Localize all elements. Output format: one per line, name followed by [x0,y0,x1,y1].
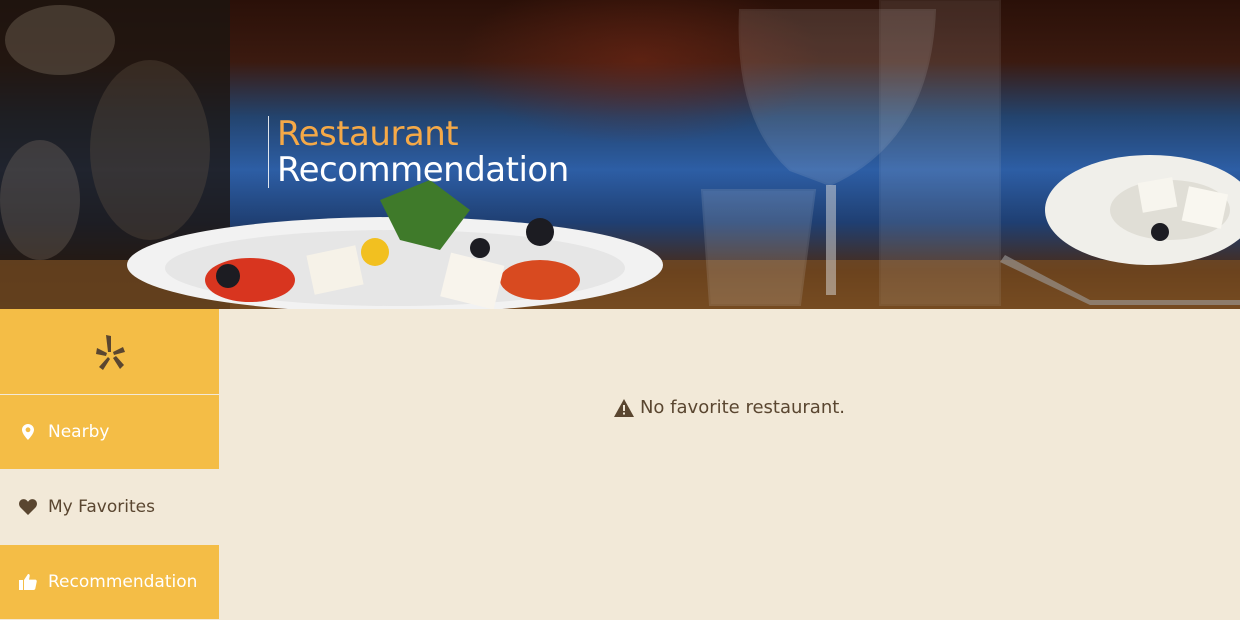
empty-state-message: No favorite restaurant. [219,397,1240,418]
thumbs-up-icon [18,572,38,592]
map-marker-icon [18,422,38,442]
restaurant-table-photo [0,0,1240,309]
sidebar-item-nearby[interactable]: Nearby [0,395,219,470]
heart-icon [18,497,38,517]
sidebar-item-my-favorites[interactable]: My Favorites [0,470,219,545]
main-content: No favorite restaurant. [219,309,1240,618]
sidebar: Nearby My Favorites Recommendation [0,309,219,620]
empty-state-text: No favorite restaurant. [639,397,846,418]
header-banner: Restaurant Recommendation [0,0,1240,309]
title-recommendation: Recommendation [277,150,569,190]
sidebar-item-label: My Favorites [48,497,155,517]
yelp-burst-icon [95,334,125,370]
sidebar-item-recommendation[interactable]: Recommendation [0,545,219,620]
sidebar-item-label: Nearby [48,422,110,442]
app-title: Restaurant Recommendation [268,116,569,188]
title-restaurant: Restaurant [277,114,459,154]
logo-cell [0,309,219,395]
sidebar-item-label: Recommendation [48,572,198,592]
warning-icon [613,398,634,417]
